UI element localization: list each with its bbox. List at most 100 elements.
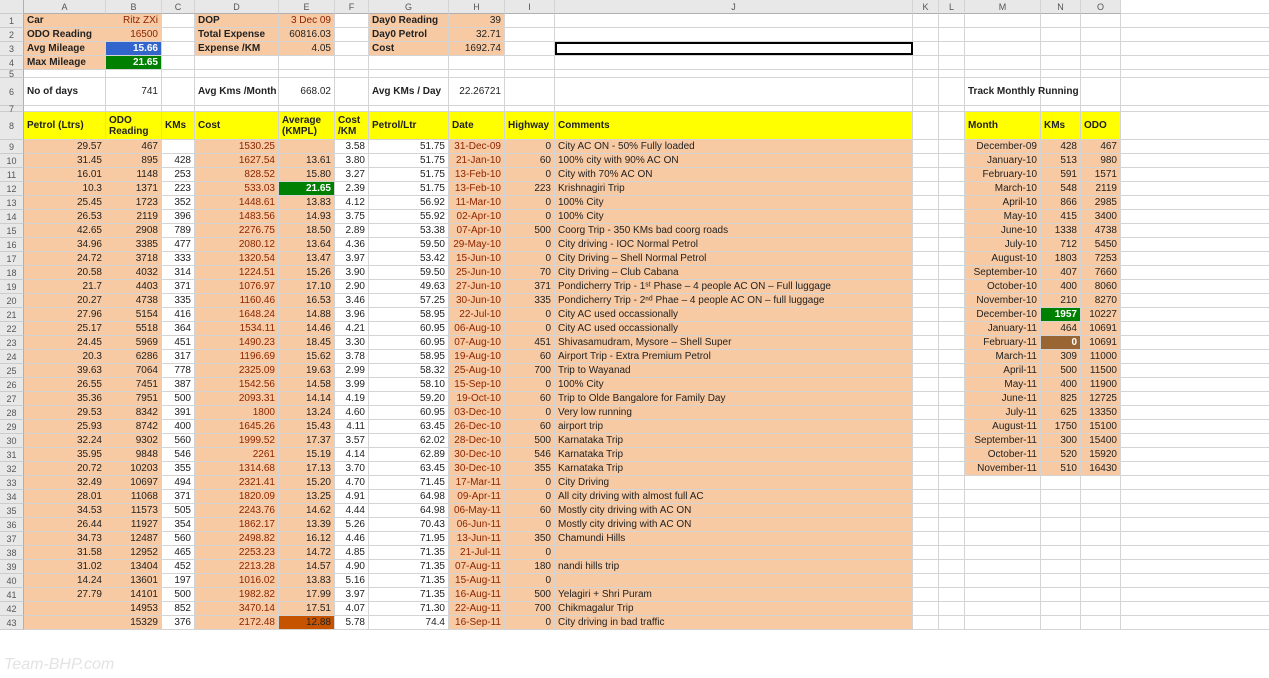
active-cell[interactable] [555, 42, 913, 55]
row-header-43[interactable]: 43 [0, 616, 24, 630]
cell-K5[interactable] [913, 70, 939, 77]
cell-K32[interactable] [913, 462, 939, 475]
cell-G5[interactable] [369, 70, 449, 77]
cell-N42[interactable] [1041, 602, 1081, 615]
row-header-40[interactable]: 40 [0, 574, 24, 588]
cell-L28[interactable] [939, 406, 965, 419]
cell-N5[interactable] [1041, 70, 1081, 77]
cell-L24[interactable] [939, 350, 965, 363]
col-header-H[interactable]: H [449, 0, 505, 14]
col-header-E[interactable]: E [279, 0, 335, 14]
cell-N1[interactable] [1041, 14, 1081, 27]
col-header-J[interactable]: J [555, 0, 913, 14]
cell-L42[interactable] [939, 602, 965, 615]
cell-L36[interactable] [939, 518, 965, 531]
row-header-20[interactable]: 20 [0, 294, 24, 308]
cell-K12[interactable] [913, 182, 939, 195]
cell-K35[interactable] [913, 504, 939, 517]
cell-O6[interactable] [1081, 78, 1121, 105]
cell-L39[interactable] [939, 560, 965, 573]
cell-F1[interactable] [335, 14, 369, 27]
cell-C4[interactable] [162, 56, 195, 69]
cell-L31[interactable] [939, 448, 965, 461]
cell-N41[interactable] [1041, 588, 1081, 601]
row-header-3[interactable]: 3 [0, 42, 24, 56]
cell-M39[interactable] [965, 560, 1041, 573]
row-header-21[interactable]: 21 [0, 308, 24, 322]
cell-K43[interactable] [913, 616, 939, 629]
cell-L15[interactable] [939, 224, 965, 237]
cell-L26[interactable] [939, 378, 965, 391]
cell-O40[interactable] [1081, 574, 1121, 587]
cell-M1[interactable] [965, 14, 1041, 27]
cell-M33[interactable] [965, 476, 1041, 489]
cell-L10[interactable] [939, 154, 965, 167]
cell-K24[interactable] [913, 350, 939, 363]
cell-K21[interactable] [913, 308, 939, 321]
cell-L25[interactable] [939, 364, 965, 377]
cell-J4[interactable] [555, 56, 913, 69]
cell-K42[interactable] [913, 602, 939, 615]
grid[interactable]: ABCDEFGHIJKLMNO CarRitz ZXiDOP3 Dec 09Da… [24, 0, 1269, 678]
cell-L16[interactable] [939, 238, 965, 251]
cell-K10[interactable] [913, 154, 939, 167]
cell-K25[interactable] [913, 364, 939, 377]
cell-O33[interactable] [1081, 476, 1121, 489]
cell-M41[interactable] [965, 588, 1041, 601]
row-header-37[interactable]: 37 [0, 532, 24, 546]
row-header-22[interactable]: 22 [0, 322, 24, 336]
cell-N36[interactable] [1041, 518, 1081, 531]
cell-D4[interactable] [195, 56, 279, 69]
cell-K29[interactable] [913, 420, 939, 433]
row-header-41[interactable]: 41 [0, 588, 24, 602]
cell-L17[interactable] [939, 252, 965, 265]
cell-K9[interactable] [913, 140, 939, 153]
cell-K2[interactable] [913, 28, 939, 41]
cell-M5[interactable] [965, 70, 1041, 77]
row-header-17[interactable]: 17 [0, 252, 24, 266]
cell-K40[interactable] [913, 574, 939, 587]
cell-L40[interactable] [939, 574, 965, 587]
cell-L9[interactable] [939, 140, 965, 153]
cell-L3[interactable] [939, 42, 965, 55]
col-header-L[interactable]: L [939, 0, 965, 14]
cell-F2[interactable] [335, 28, 369, 41]
cell-N35[interactable] [1041, 504, 1081, 517]
cell-K1[interactable] [913, 14, 939, 27]
cell-N39[interactable] [1041, 560, 1081, 573]
cell-M34[interactable] [965, 490, 1041, 503]
cell-M3[interactable] [965, 42, 1041, 55]
cell-O42[interactable] [1081, 602, 1121, 615]
cell-L2[interactable] [939, 28, 965, 41]
cell-E5[interactable] [279, 70, 335, 77]
cell-L27[interactable] [939, 392, 965, 405]
cell-K34[interactable] [913, 490, 939, 503]
cell-O5[interactable] [1081, 70, 1121, 77]
cell-J6[interactable] [555, 78, 913, 105]
cell-M7[interactable] [965, 106, 1041, 111]
cell-M35[interactable] [965, 504, 1041, 517]
row-header-14[interactable]: 14 [0, 210, 24, 224]
cell-L5[interactable] [939, 70, 965, 77]
cell-L1[interactable] [939, 14, 965, 27]
cell-H4[interactable] [449, 56, 505, 69]
cell-I4[interactable] [505, 56, 555, 69]
col-header-B[interactable]: B [106, 0, 162, 14]
cell-I1[interactable] [505, 14, 555, 27]
cell-L23[interactable] [939, 336, 965, 349]
cell-B7[interactable] [106, 106, 162, 111]
row-header-36[interactable]: 36 [0, 518, 24, 532]
cell-N33[interactable] [1041, 476, 1081, 489]
cell-N34[interactable] [1041, 490, 1081, 503]
cell-F4[interactable] [335, 56, 369, 69]
row-header-42[interactable]: 42 [0, 602, 24, 616]
cell-K11[interactable] [913, 168, 939, 181]
cell-K33[interactable] [913, 476, 939, 489]
cell-N38[interactable] [1041, 546, 1081, 559]
cell-K15[interactable] [913, 224, 939, 237]
cell-K37[interactable] [913, 532, 939, 545]
col-header-D[interactable]: D [195, 0, 279, 14]
cell-H7[interactable] [449, 106, 505, 111]
cell-M37[interactable] [965, 532, 1041, 545]
cell-M40[interactable] [965, 574, 1041, 587]
